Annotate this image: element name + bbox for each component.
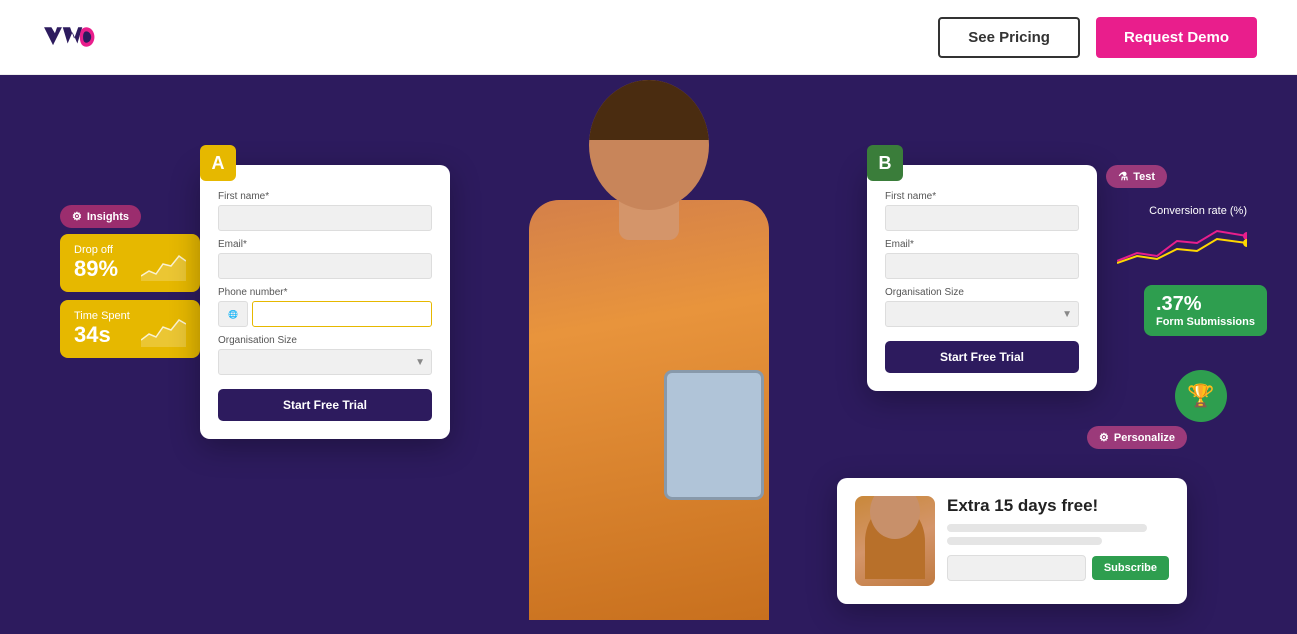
form-a-phone-row: 🌐 xyxy=(218,301,432,327)
form-submissions-percent: .37% xyxy=(1156,293,1255,316)
form-a-email-label: Email* xyxy=(218,239,432,250)
subscribe-button[interactable]: Subscribe xyxy=(1092,556,1169,580)
time-spent-card: Time Spent 34s xyxy=(60,300,200,358)
form-a-org-dropdown[interactable]: ▼ xyxy=(218,349,432,375)
personalize-person-thumb xyxy=(855,496,935,586)
form-b-email-input[interactable] xyxy=(885,253,1079,279)
form-card-b: B First name* Email* Organisation Size ▼… xyxy=(867,165,1097,391)
header: See Pricing Request Demo xyxy=(0,0,1297,75)
form-a-email-input[interactable] xyxy=(218,253,432,279)
see-pricing-button[interactable]: See Pricing xyxy=(938,17,1080,58)
variant-b-label: B xyxy=(867,145,903,181)
logo xyxy=(40,17,105,57)
form-a-org-label: Organisation Size xyxy=(218,335,432,346)
form-b-org-dropdown[interactable]: ▼ xyxy=(885,301,1079,327)
tablet xyxy=(664,370,764,500)
personalize-line-1 xyxy=(947,524,1147,532)
personalize-title: Extra 15 days free! xyxy=(947,496,1169,516)
form-b-email-label: Email* xyxy=(885,239,1079,250)
insights-badge: ⚙ Insights xyxy=(60,205,141,228)
form-a-firstname-input[interactable] xyxy=(218,205,432,231)
form-a-firstname-label: First name* xyxy=(218,191,432,202)
person-body xyxy=(499,90,799,620)
form-b-firstname-input[interactable] xyxy=(885,205,1079,231)
form-b-firstname-label: First name* xyxy=(885,191,1079,202)
drop-off-card: Drop off 89% xyxy=(60,234,200,292)
person-head xyxy=(589,80,709,210)
form-a-phone-input[interactable] xyxy=(252,301,432,327)
test-badge: ⚗ Test xyxy=(1106,165,1167,188)
form-b-org-label: Organisation Size xyxy=(885,287,1079,298)
time-spent-value: 34s xyxy=(74,322,130,348)
drop-off-chart xyxy=(141,246,186,281)
drop-off-label: Drop off xyxy=(74,244,118,256)
conversion-label: Conversion rate (%) xyxy=(1117,205,1247,217)
phone-flag[interactable]: 🌐 xyxy=(218,301,248,327)
personalize-label: Personalize xyxy=(1114,432,1175,444)
request-demo-button[interactable]: Request Demo xyxy=(1096,17,1257,58)
hero-person xyxy=(474,75,824,634)
header-buttons: See Pricing Request Demo xyxy=(938,17,1257,58)
variant-a-label: A xyxy=(200,145,236,181)
personalize-email-input[interactable] xyxy=(947,555,1086,581)
personalize-text-content: Extra 15 days free! Subscribe xyxy=(947,496,1169,581)
person-hair xyxy=(589,80,709,140)
insights-card: ⚙ Insights Drop off 89% Time Spent 34s xyxy=(60,205,200,366)
form-submissions-label: Form Submissions xyxy=(1156,316,1255,328)
personalize-line-2 xyxy=(947,537,1102,545)
drop-off-value: 89% xyxy=(74,256,118,282)
personalize-icon: ⚙ xyxy=(1099,431,1109,444)
personalize-input-row: Subscribe xyxy=(947,555,1169,581)
time-spent-label: Time Spent xyxy=(74,310,130,322)
vwo-logo xyxy=(40,17,105,57)
test-label: Test xyxy=(1133,171,1155,183)
hero-section: ⚙ Insights Drop off 89% Time Spent 34s xyxy=(0,75,1297,634)
form-card-a: A First name* Email* Phone number* 🌐 Org… xyxy=(200,165,450,439)
conversion-chart xyxy=(1117,221,1247,271)
personalize-card: Extra 15 days free! Subscribe xyxy=(837,478,1187,604)
personalize-badge: ⚙ Personalize xyxy=(1087,426,1187,449)
trophy-icon: 🏆 xyxy=(1175,370,1227,422)
insights-label: Insights xyxy=(87,211,129,223)
form-a-phone-label: Phone number* xyxy=(218,287,432,298)
form-a-submit-button[interactable]: Start Free Trial xyxy=(218,389,432,421)
conversion-rate-section: Conversion rate (%) xyxy=(1117,205,1247,276)
insights-icon: ⚙ xyxy=(72,210,82,223)
time-spent-chart xyxy=(141,312,186,347)
form-b-submit-button[interactable]: Start Free Trial xyxy=(885,341,1079,373)
test-icon: ⚗ xyxy=(1118,170,1128,183)
form-submissions-badge: .37% Form Submissions xyxy=(1144,285,1267,336)
